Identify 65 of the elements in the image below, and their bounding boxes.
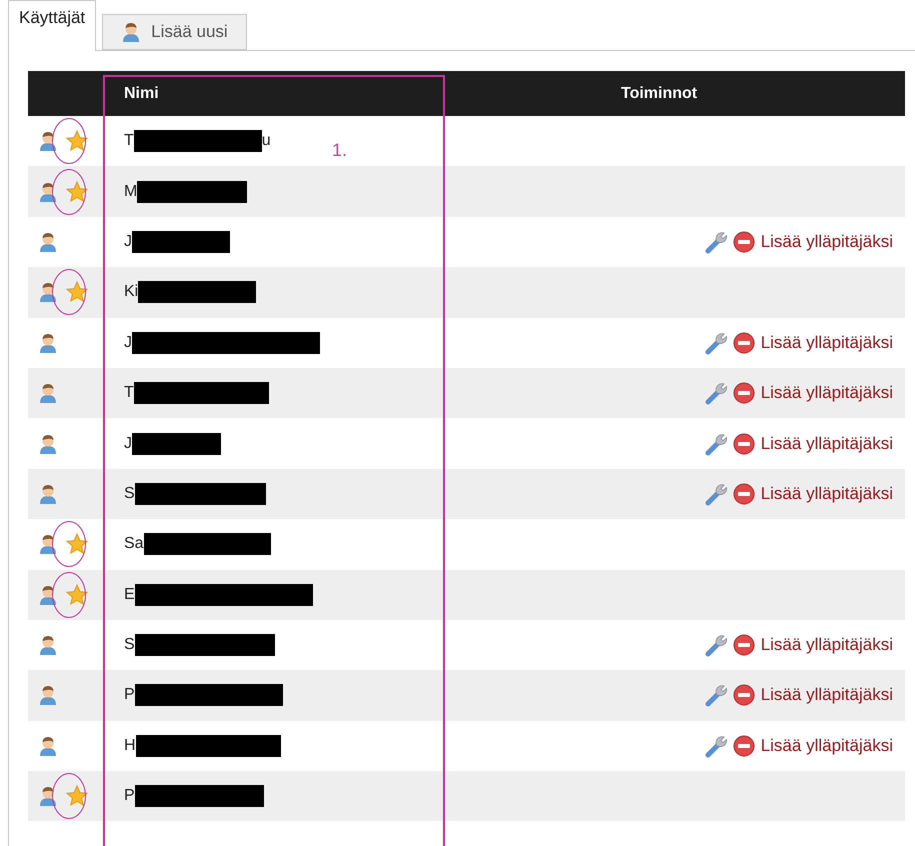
remove-icon[interactable] bbox=[732, 230, 755, 253]
name-text: H bbox=[124, 736, 136, 755]
user-icon bbox=[38, 684, 58, 706]
annotation-circle bbox=[52, 521, 86, 568]
user-icon bbox=[38, 432, 58, 455]
remove-icon[interactable] bbox=[732, 382, 755, 404]
user-icon bbox=[38, 634, 58, 656]
user-icon bbox=[38, 130, 58, 152]
wrench-icon[interactable] bbox=[704, 683, 729, 708]
user-icon bbox=[38, 482, 58, 505]
make-admin-link[interactable]: Lisää ylläpitäjäksi bbox=[760, 383, 893, 404]
name-text: P bbox=[124, 787, 135, 806]
name-text: S bbox=[124, 484, 135, 503]
annotation-circle bbox=[52, 118, 86, 164]
annotation-circle bbox=[52, 572, 86, 618]
name-text: P bbox=[124, 686, 135, 704]
remove-icon[interactable] bbox=[732, 634, 755, 656]
user-icon bbox=[38, 281, 58, 304]
make-admin-link[interactable]: Lisää ylläpitäjäksi bbox=[760, 484, 893, 504]
remove-icon[interactable] bbox=[732, 684, 755, 706]
name-text: Ki bbox=[124, 283, 138, 302]
make-admin-link[interactable]: Lisää ylläpitäjäksi bbox=[760, 434, 893, 454]
column-header: Toiminnot bbox=[621, 84, 698, 102]
name-text: Sa bbox=[124, 535, 144, 554]
tab[interactable]: Käyttäjät bbox=[8, 0, 96, 51]
annotation-label: 1. bbox=[332, 140, 348, 161]
wrench-icon[interactable] bbox=[704, 432, 729, 456]
wrench-icon[interactable] bbox=[704, 633, 729, 658]
wrench-icon[interactable] bbox=[704, 230, 729, 254]
wrench-icon[interactable] bbox=[704, 482, 729, 506]
annotation-circle bbox=[52, 773, 86, 820]
user-icon bbox=[38, 180, 58, 203]
user-icon bbox=[38, 785, 58, 808]
user-icon bbox=[38, 332, 58, 354]
remove-icon[interactable] bbox=[732, 734, 755, 757]
name-text: E bbox=[124, 586, 135, 604]
annotation-circle bbox=[52, 168, 86, 215]
name-text: u bbox=[262, 132, 271, 150]
user-icon bbox=[121, 21, 142, 43]
make-admin-link[interactable]: Lisää ylläpitäjäksi bbox=[760, 736, 893, 756]
make-admin-link[interactable]: Lisää ylläpitäjäksi bbox=[760, 332, 893, 353]
name-text: T bbox=[124, 132, 134, 150]
wrench-icon[interactable] bbox=[704, 381, 729, 406]
name-text: S bbox=[124, 636, 135, 654]
wrench-icon[interactable] bbox=[704, 734, 729, 758]
remove-icon[interactable] bbox=[732, 332, 755, 354]
user-icon bbox=[38, 533, 58, 556]
make-admin-link[interactable]: Lisää ylläpitäjäksi bbox=[760, 685, 893, 706]
remove-icon[interactable] bbox=[732, 482, 755, 505]
wrench-icon[interactable] bbox=[704, 330, 729, 355]
make-admin-link[interactable]: Lisää ylläpitäjäksi bbox=[760, 635, 893, 656]
user-icon bbox=[38, 584, 58, 606]
name-text: J bbox=[124, 232, 132, 251]
name-text: M bbox=[124, 182, 138, 201]
user-icon bbox=[38, 230, 58, 253]
name-text: J bbox=[124, 334, 132, 352]
make-admin-link[interactable]: Lisää ylläpitäjäksi bbox=[760, 232, 893, 252]
annotation-circle bbox=[52, 269, 86, 316]
user-icon bbox=[38, 734, 58, 757]
name-text: J bbox=[124, 434, 132, 453]
tab[interactable]: Lisää uusi bbox=[102, 14, 247, 50]
column-header: Nimi bbox=[124, 84, 160, 102]
name-text: T bbox=[124, 384, 134, 402]
user-icon bbox=[38, 382, 58, 404]
remove-icon[interactable] bbox=[732, 432, 755, 455]
